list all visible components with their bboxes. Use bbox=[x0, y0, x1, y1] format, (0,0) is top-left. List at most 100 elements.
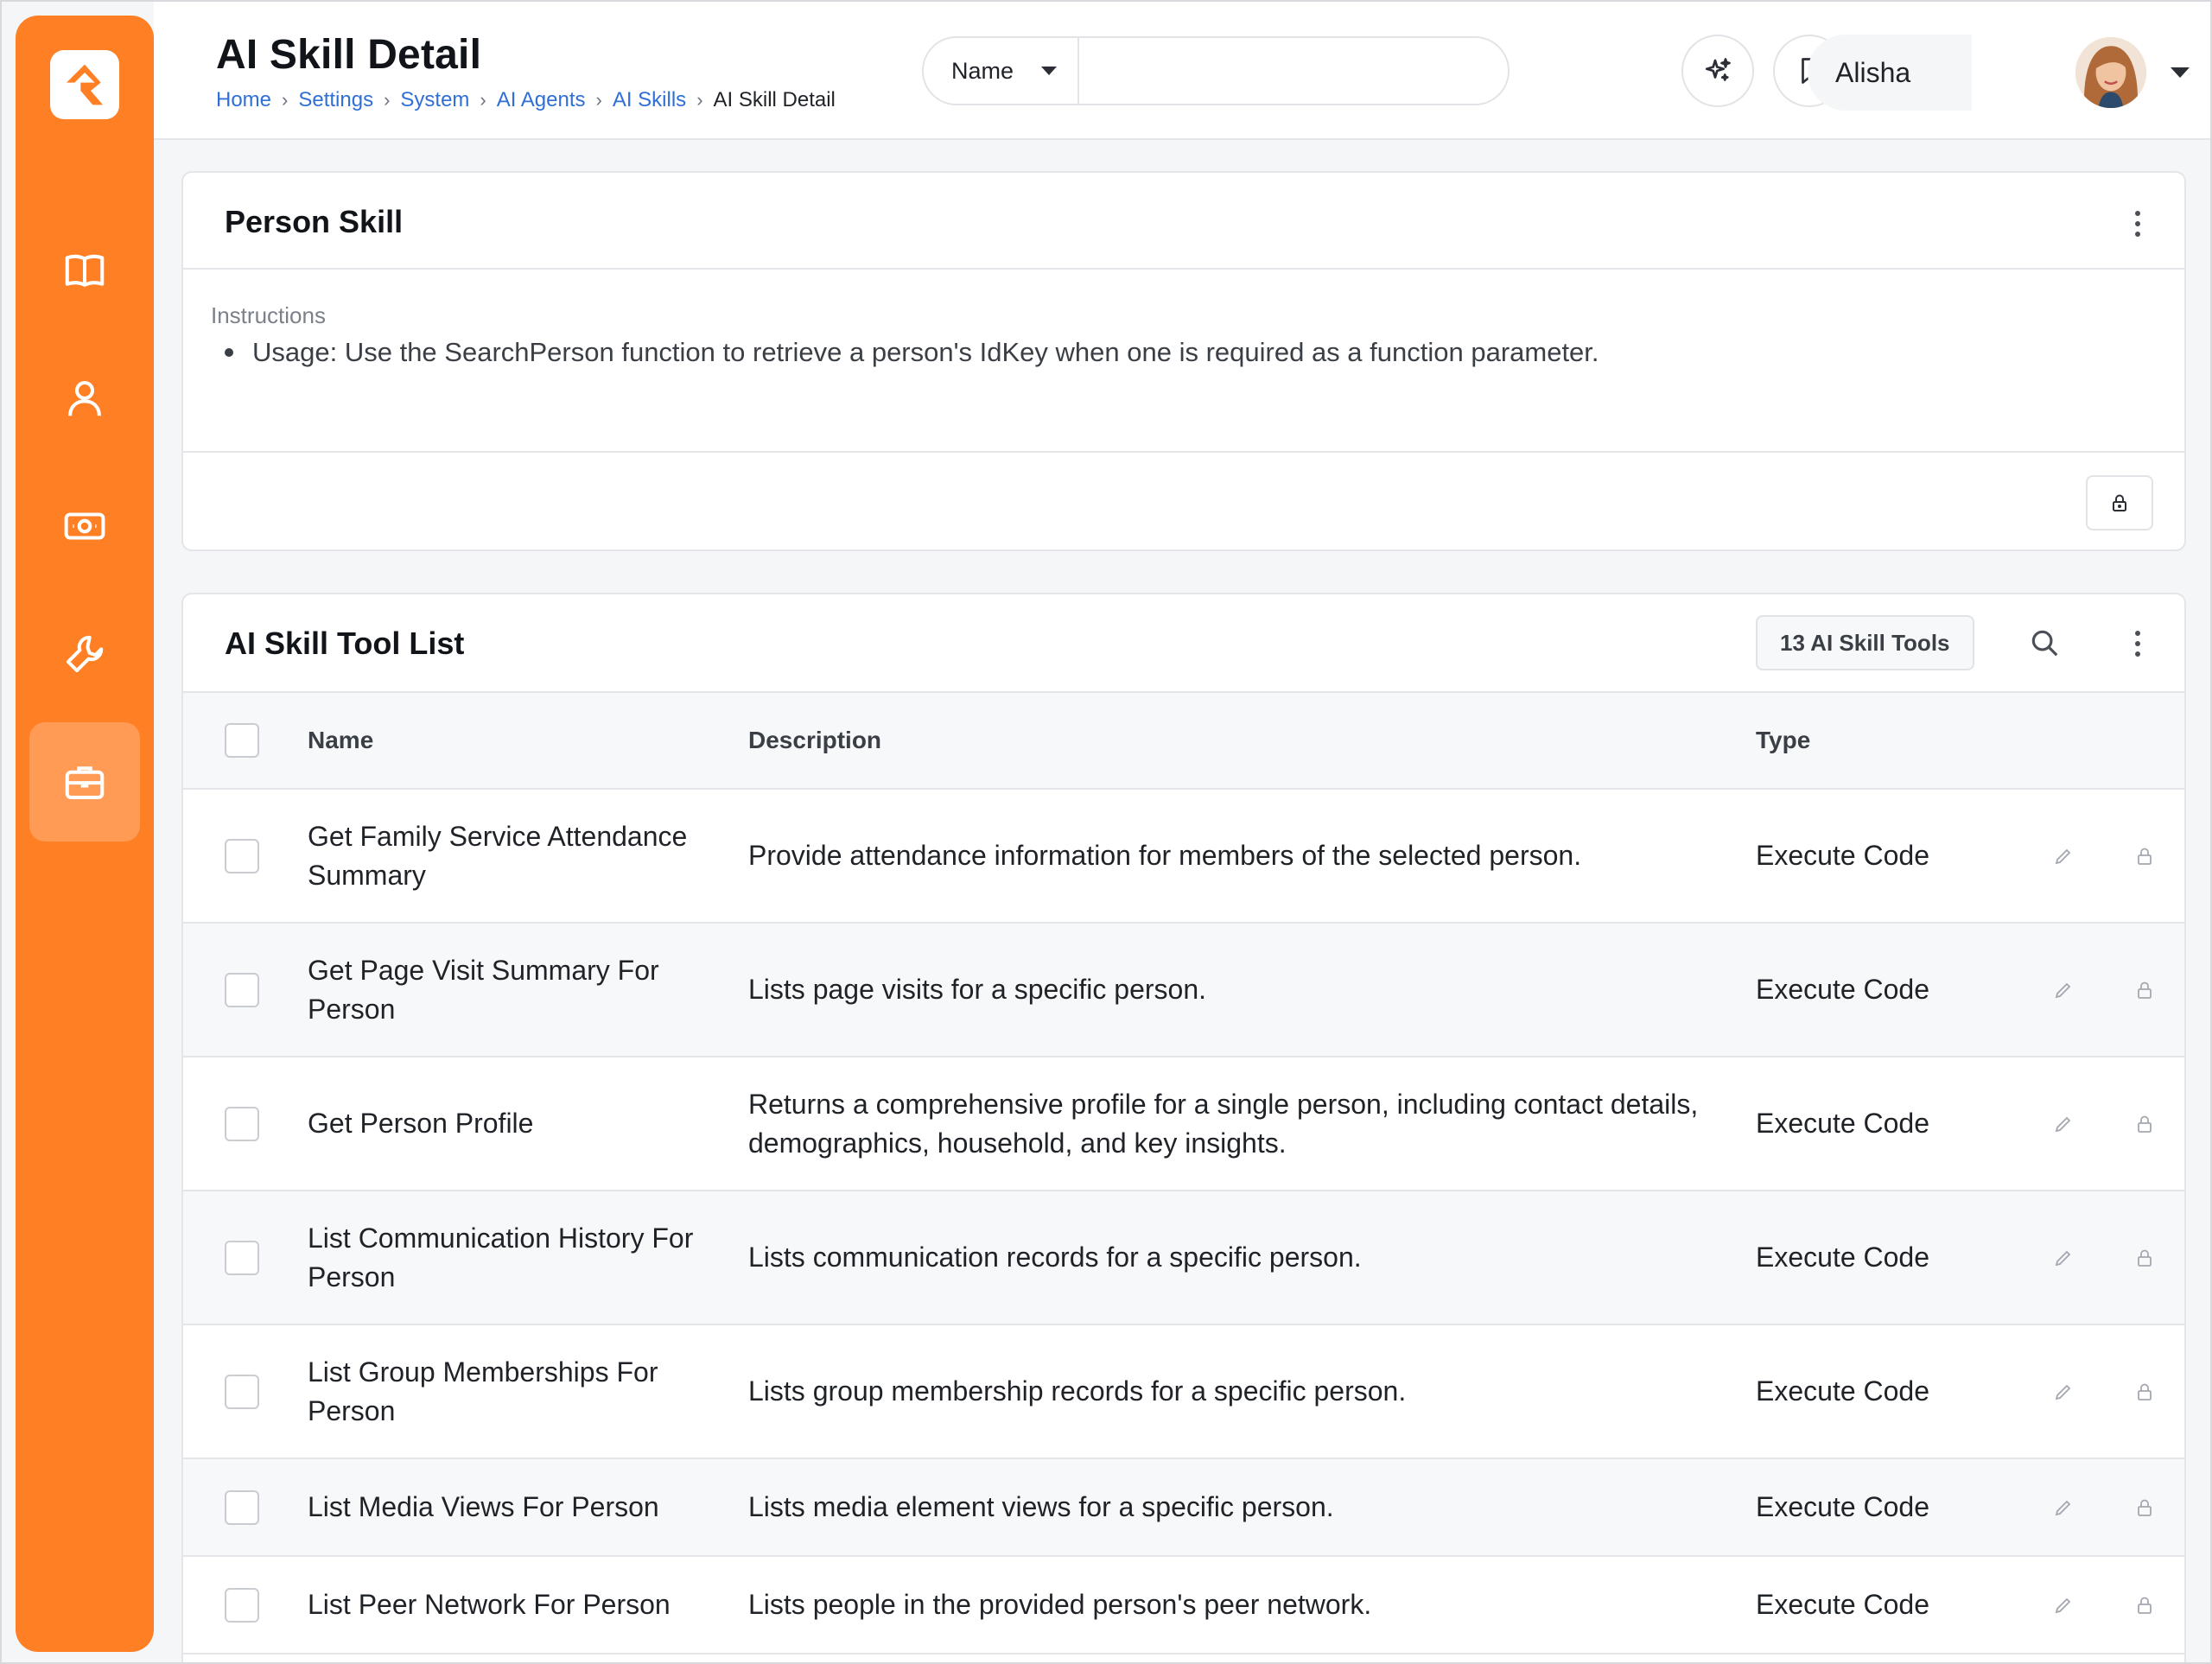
tool-description: Lists media element views for a specific… bbox=[748, 1491, 1334, 1522]
card-footer-divider bbox=[183, 451, 2184, 453]
briefcase-icon bbox=[65, 766, 105, 800]
edit-button[interactable] bbox=[2022, 1248, 2105, 1268]
tool-name: Get Person Profile bbox=[308, 1108, 534, 1139]
lock-icon bbox=[2113, 494, 2126, 511]
tool-description: Lists page visits for a specific person. bbox=[748, 974, 1207, 1005]
security-button[interactable] bbox=[2105, 1114, 2184, 1134]
tool-type: Execute Code bbox=[1756, 1491, 1930, 1522]
pencil-icon bbox=[2055, 848, 2071, 864]
edit-button[interactable] bbox=[2022, 1595, 2105, 1616]
pencil-icon bbox=[2055, 1384, 2071, 1400]
column-header-name[interactable]: Name bbox=[308, 692, 748, 789]
skill-options-kebab-icon[interactable] bbox=[2120, 202, 2155, 245]
pencil-icon bbox=[2055, 1500, 2071, 1515]
lock-icon bbox=[2138, 1597, 2152, 1614]
tool-name: Get Family Service Attendance Summary bbox=[308, 820, 688, 891]
tool-list-card: AI Skill Tool List 13 AI Skill Tools Nam… bbox=[181, 593, 2186, 1662]
row-checkbox[interactable] bbox=[225, 1374, 259, 1409]
app-window: AI Skill Detail Home › Settings › System… bbox=[0, 0, 2212, 1664]
row-checkbox[interactable] bbox=[225, 972, 259, 1007]
security-button[interactable] bbox=[2105, 846, 2184, 867]
breadcrumb-chevron-icon: › bbox=[595, 89, 602, 111]
tool-description: Returns a comprehensive profile for a si… bbox=[748, 1088, 1699, 1159]
security-button[interactable] bbox=[2105, 1381, 2184, 1402]
edit-button[interactable] bbox=[2022, 846, 2105, 867]
edit-button[interactable] bbox=[2022, 1114, 2105, 1134]
wrench-icon bbox=[66, 635, 104, 673]
security-button[interactable] bbox=[2105, 1248, 2184, 1268]
tool-type: Execute Code bbox=[1756, 974, 1930, 1005]
lock-icon bbox=[2138, 848, 2152, 865]
pencil-icon bbox=[2055, 982, 2071, 998]
sidebar-item-tools[interactable] bbox=[29, 594, 140, 714]
search-filter-select[interactable]: Name bbox=[924, 38, 1079, 104]
row-checkbox[interactable] bbox=[225, 1106, 259, 1141]
sidebar-item-finance[interactable] bbox=[29, 467, 140, 586]
edit-button[interactable] bbox=[2022, 1497, 2105, 1518]
search-input[interactable] bbox=[1079, 38, 1508, 104]
lock-icon bbox=[2138, 1115, 2152, 1133]
security-button[interactable] bbox=[2105, 980, 2184, 1000]
row-checkbox[interactable] bbox=[225, 1240, 259, 1275]
breadcrumb-chevron-icon: › bbox=[384, 89, 391, 111]
person-icon bbox=[68, 380, 101, 416]
tool-type: Execute Code bbox=[1756, 1589, 1930, 1620]
breadcrumb-system[interactable]: System bbox=[400, 88, 469, 112]
tool-type: Execute Code bbox=[1756, 1375, 1930, 1407]
table-row[interactable]: List Communication History For Person Li… bbox=[183, 1191, 2184, 1324]
row-checkbox[interactable] bbox=[225, 838, 259, 873]
sidebar-item-book[interactable] bbox=[29, 211, 140, 330]
column-header-type[interactable]: Type bbox=[1756, 692, 2022, 789]
breadcrumb-home[interactable]: Home bbox=[216, 88, 271, 112]
table-row[interactable]: Get Page Visit Summary For Person Lists … bbox=[183, 923, 2184, 1057]
table-row[interactable]: List Media Views For Person Lists media … bbox=[183, 1458, 2184, 1556]
security-button[interactable] bbox=[2086, 475, 2153, 530]
user-menu-caret-icon[interactable] bbox=[2171, 67, 2190, 78]
security-button[interactable] bbox=[2105, 1595, 2184, 1616]
page-title: AI Skill Detail bbox=[216, 32, 482, 78]
table-row[interactable]: Get Family Service Attendance Summary Pr… bbox=[183, 789, 2184, 923]
avatar[interactable] bbox=[2075, 37, 2146, 108]
tool-list-title: AI Skill Tool List bbox=[225, 626, 465, 661]
breadcrumb-ai-skills[interactable]: AI Skills bbox=[613, 88, 686, 112]
tool-name: List Group Memberships For Person bbox=[308, 1356, 658, 1426]
tool-name: List Communication History For Person bbox=[308, 1222, 694, 1292]
tool-list-options-kebab-icon[interactable] bbox=[2120, 622, 2155, 665]
tool-type: Execute Code bbox=[1756, 1242, 1930, 1273]
pencil-icon bbox=[2055, 1250, 2071, 1266]
table-row[interactable]: List Peer Network For Person Lists peopl… bbox=[183, 1556, 2184, 1654]
skill-title: Person Skill bbox=[225, 204, 404, 239]
global-search: Name bbox=[922, 36, 1510, 105]
caret-down-icon bbox=[1041, 67, 1057, 75]
table-row[interactable]: List Group Memberships For Person Lists … bbox=[183, 1324, 2184, 1458]
search-icon bbox=[2031, 630, 2058, 657]
breadcrumb-ai-agents[interactable]: AI Agents bbox=[497, 88, 586, 112]
ai-assistant-button[interactable] bbox=[1681, 35, 1754, 107]
breadcrumb-chevron-icon: › bbox=[480, 89, 486, 111]
tool-table: Name Description Type Get Family Service… bbox=[183, 691, 2184, 1654]
skill-detail-card: Person Skill Instructions Usage: Use the… bbox=[181, 171, 2186, 551]
tool-name: List Peer Network For Person bbox=[308, 1589, 671, 1620]
lock-icon bbox=[2138, 981, 2152, 999]
sidebar bbox=[16, 16, 154, 1652]
lock-icon bbox=[2138, 1249, 2152, 1267]
edit-button[interactable] bbox=[2022, 980, 2105, 1000]
table-row[interactable]: Get Person Profile Returns a comprehensi… bbox=[183, 1057, 2184, 1191]
sidebar-item-admin[interactable] bbox=[29, 722, 140, 842]
pencil-icon bbox=[2055, 1116, 2071, 1132]
security-button[interactable] bbox=[2105, 1497, 2184, 1518]
sidebar-item-people[interactable] bbox=[29, 339, 140, 458]
user-menu[interactable]: Alisha bbox=[1808, 35, 1972, 111]
row-checkbox[interactable] bbox=[225, 1587, 259, 1623]
tool-search-button[interactable] bbox=[2024, 622, 2065, 664]
rock-logo-icon[interactable] bbox=[50, 50, 119, 119]
tool-name: List Media Views For Person bbox=[308, 1491, 659, 1522]
select-all-checkbox[interactable] bbox=[225, 723, 259, 758]
money-icon bbox=[64, 512, 105, 540]
bullet-icon bbox=[225, 348, 233, 357]
column-header-description[interactable]: Description bbox=[748, 692, 1756, 789]
row-checkbox[interactable] bbox=[225, 1489, 259, 1525]
breadcrumb-chevron-icon: › bbox=[282, 89, 289, 111]
edit-button[interactable] bbox=[2022, 1381, 2105, 1402]
breadcrumb-settings[interactable]: Settings bbox=[298, 88, 373, 112]
